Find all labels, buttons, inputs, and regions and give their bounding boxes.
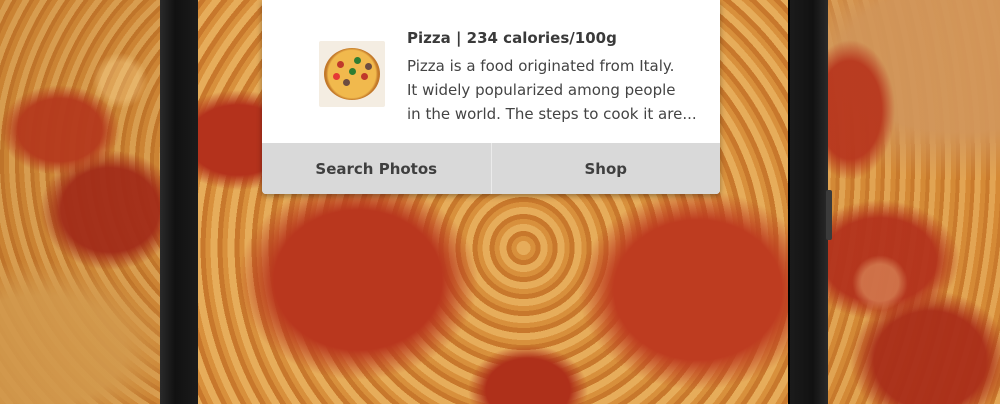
- result-description: Pizza is a food originated from Italy. I…: [407, 54, 707, 126]
- pizza-thumbnail-icon: [319, 41, 385, 107]
- result-card-body: Pizza | 234 calories/100g Pizza is a foo…: [262, 0, 720, 143]
- side-button: [826, 190, 832, 240]
- phone-bezel-right: [788, 0, 832, 404]
- result-title: Pizza | 234 calories/100g: [407, 29, 617, 47]
- topping: [333, 73, 340, 80]
- topping: [349, 68, 356, 75]
- description-line: in the world. The steps to cook it are..…: [407, 105, 697, 123]
- topping: [343, 79, 350, 86]
- description-line: Pizza is a food originated from Italy.: [407, 57, 675, 75]
- topping: [337, 61, 344, 68]
- search-photos-button[interactable]: Search Photos: [262, 143, 491, 194]
- food-result-card[interactable]: Pizza | 234 calories/100g Pizza is a foo…: [262, 0, 720, 194]
- result-text: Pizza | 234 calories/100g Pizza is a foo…: [407, 28, 707, 126]
- shop-button[interactable]: Shop: [490, 143, 721, 194]
- description-line: It widely popularized among people: [407, 81, 676, 99]
- phone-bezel-left: [160, 0, 200, 404]
- result-actions-bar: Search Photos Shop: [262, 143, 720, 194]
- topping: [354, 57, 361, 64]
- topping: [361, 73, 368, 80]
- topping: [365, 63, 372, 70]
- camera-scene: Pizza | 234 calories/100g Pizza is a foo…: [0, 0, 1000, 404]
